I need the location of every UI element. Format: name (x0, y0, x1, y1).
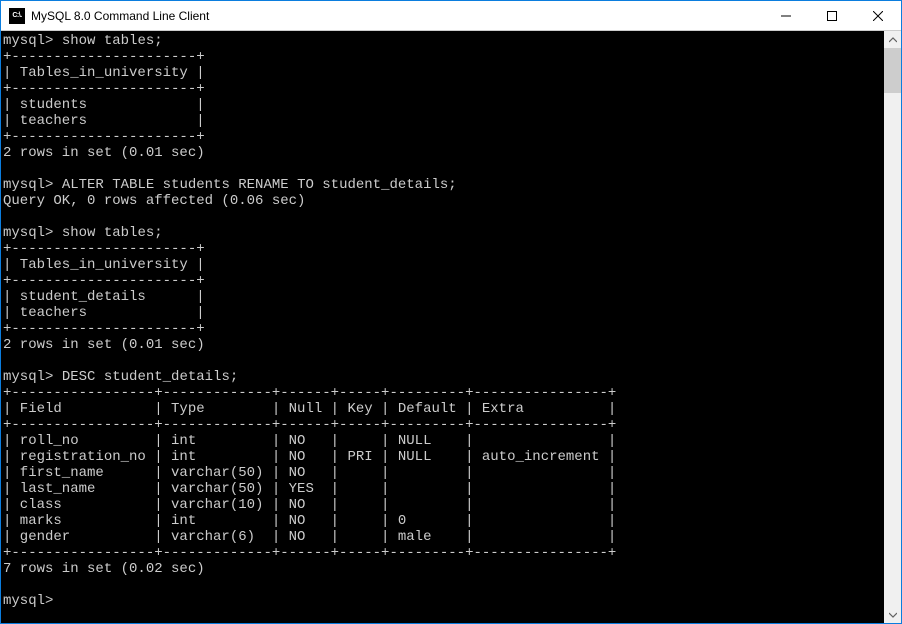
prompt: mysql> (3, 369, 53, 385)
table-sep: +----------------------+ (3, 273, 205, 289)
query-status: Query OK, 0 rows affected (0.06 sec) (3, 193, 305, 209)
rows-status: 7 rows in set (0.02 sec) (3, 561, 205, 577)
table-row: | students | (3, 97, 205, 113)
scroll-down-button[interactable] (884, 606, 901, 623)
command: show tables; (62, 225, 163, 241)
table-sep: +-----------------+-------------+------+… (3, 417, 616, 433)
table-sep: +-----------------+-------------+------+… (3, 545, 616, 561)
terminal[interactable]: mysql> show tables; +-------------------… (1, 31, 884, 623)
app-icon: C:\. (9, 8, 25, 24)
prompt: mysql> (3, 593, 53, 609)
table-sep: +-----------------+-------------+------+… (3, 385, 616, 401)
scroll-up-button[interactable] (884, 31, 901, 48)
minimize-icon (781, 11, 791, 21)
close-button[interactable] (855, 1, 901, 30)
maximize-icon (827, 11, 837, 21)
prompt: mysql> (3, 225, 53, 241)
chevron-up-icon (889, 36, 897, 44)
table-row: | roll_no | int | NO | | NULL | | (3, 433, 616, 449)
close-icon (873, 11, 883, 21)
table-sep: +----------------------+ (3, 49, 205, 65)
rows-status: 2 rows in set (0.01 sec) (3, 337, 205, 353)
table-row: | class | varchar(10) | NO | | | | (3, 497, 616, 513)
rows-status: 2 rows in set (0.01 sec) (3, 145, 205, 161)
command: show tables; (62, 33, 163, 49)
table-header: | Field | Type | Null | Key | Default | … (3, 401, 616, 417)
command: DESC student_details; (62, 369, 238, 385)
window-title: MySQL 8.0 Command Line Client (31, 9, 763, 23)
table-sep: +----------------------+ (3, 321, 205, 337)
table-row: | gender | varchar(6) | NO | | male | | (3, 529, 616, 545)
table-row: | registration_no | int | NO | PRI | NUL… (3, 449, 616, 465)
table-header: | Tables_in_university | (3, 65, 205, 81)
table-row: | teachers | (3, 113, 205, 129)
table-row: | first_name | varchar(50) | NO | | | | (3, 465, 616, 481)
table-row: | last_name | varchar(50) | YES | | | | (3, 481, 616, 497)
prompt: mysql> (3, 177, 53, 193)
table-header: | Tables_in_university | (3, 257, 205, 273)
prompt: mysql> (3, 33, 53, 49)
maximize-button[interactable] (809, 1, 855, 30)
table-row: | student_details | (3, 289, 205, 305)
scrollbar-thumb[interactable] (884, 48, 901, 93)
titlebar: C:\. MySQL 8.0 Command Line Client (1, 1, 901, 31)
window-controls (763, 1, 901, 30)
terminal-area: mysql> show tables; +-------------------… (1, 31, 901, 623)
command: ALTER TABLE students RENAME TO student_d… (62, 177, 457, 193)
vertical-scrollbar[interactable] (884, 31, 901, 623)
table-sep: +----------------------+ (3, 81, 205, 97)
chevron-down-icon (889, 611, 897, 619)
minimize-button[interactable] (763, 1, 809, 30)
table-sep: +----------------------+ (3, 241, 205, 257)
table-row: | teachers | (3, 305, 205, 321)
table-sep: +----------------------+ (3, 129, 205, 145)
table-row: | marks | int | NO | | 0 | | (3, 513, 616, 529)
